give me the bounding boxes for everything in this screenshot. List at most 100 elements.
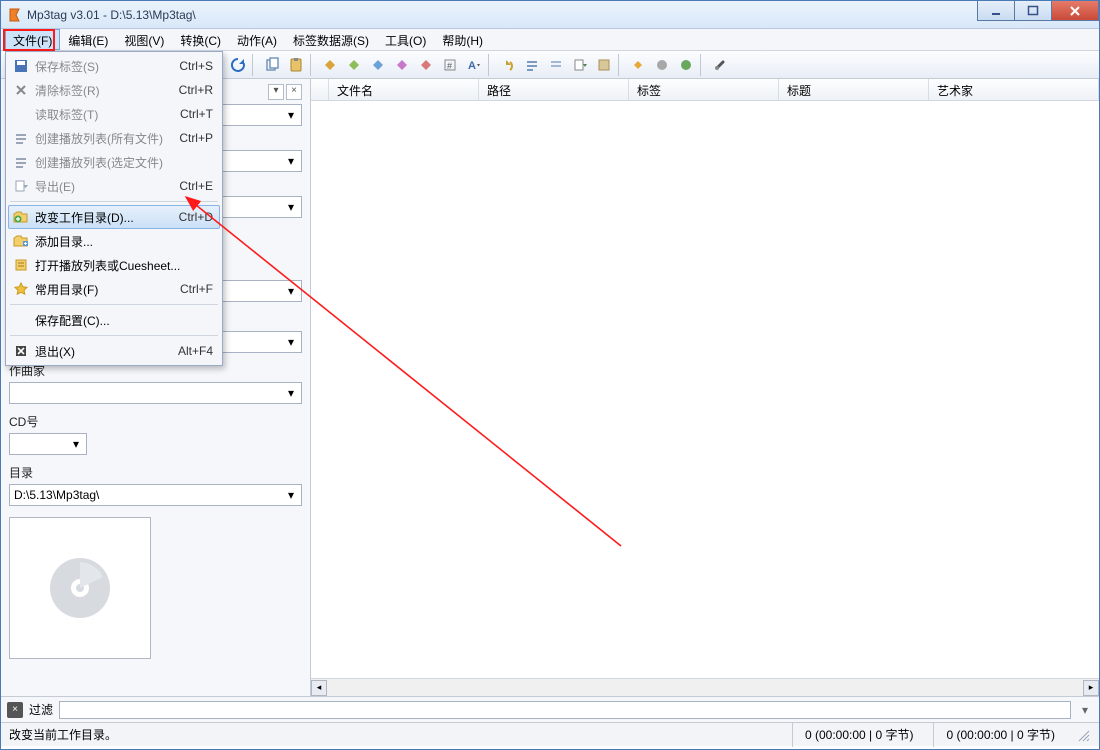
playlist2-icon[interactable] [544, 53, 568, 77]
cover-icon[interactable] [592, 53, 616, 77]
paste-icon[interactable] [284, 53, 308, 77]
menu-item-label: 清除标签(R) [35, 82, 179, 99]
col-path[interactable]: 路径 [479, 79, 629, 100]
filename-to-tag-icon[interactable] [342, 53, 366, 77]
menu-item-label: 导出(E) [35, 178, 179, 195]
tag-to-tag-icon[interactable] [366, 53, 390, 77]
menu-help[interactable]: 帮助(H) [434, 29, 491, 50]
export-icon[interactable] [568, 53, 592, 77]
field-composer[interactable]: ▾ [9, 382, 302, 404]
actions-dropdown-icon[interactable]: A [462, 53, 486, 77]
menu-item-shortcut: Ctrl+R [179, 83, 213, 97]
chevron-down-icon: ▾ [283, 385, 299, 401]
file-menu-item[interactable]: 改变工作目录(D)...Ctrl+D [8, 205, 220, 229]
chevron-down-icon: ▾ [283, 153, 299, 169]
tag-to-filename-icon[interactable] [318, 53, 342, 77]
menu-bar: 文件(F) 编辑(E) 视图(V) 转换(C) 动作(A) 标签数据源(S) 工… [1, 29, 1099, 51]
chevron-down-icon: ▾ [283, 107, 299, 123]
list-area[interactable] [311, 101, 1099, 678]
close-button[interactable] [1051, 1, 1099, 21]
refresh-icon[interactable] [226, 53, 250, 77]
label-cdno: CD号 [9, 413, 302, 430]
star-icon [11, 279, 31, 299]
folder-swap-icon [11, 207, 31, 227]
websource-icon[interactable] [650, 53, 674, 77]
filter-close-icon[interactable]: × [7, 702, 23, 718]
file-menu-item: 清除标签(R)Ctrl+R [8, 78, 220, 102]
panel-close-icon[interactable]: × [286, 84, 302, 100]
menu-file[interactable]: 文件(F) [5, 29, 60, 50]
maximize-button[interactable] [1014, 1, 1052, 21]
file-menu-item[interactable]: 添加目录... [8, 229, 220, 253]
cover-art-box[interactable] [9, 517, 151, 659]
text-file-icon[interactable] [414, 53, 438, 77]
chevron-down-icon: ▾ [283, 199, 299, 215]
file-menu-item[interactable]: 保存配置(C)... [8, 308, 220, 332]
menu-convert[interactable]: 转换(C) [172, 29, 229, 50]
col-artist[interactable]: 艺术家 [929, 79, 1099, 100]
file-list: 文件名 路径 标签 标题 艺术家 ◂ ▸ [311, 79, 1099, 696]
copy-icon[interactable] [260, 53, 284, 77]
status-count-total: 0 (00:00:00 | 0 字节) [933, 723, 1067, 747]
menu-item-shortcut: Ctrl+F [180, 282, 213, 296]
file-menu-item: 读取标签(T)Ctrl+T [8, 102, 220, 126]
directory-value: D:\5.13\Mp3tag\ [14, 488, 99, 502]
blank-icon [11, 310, 31, 330]
file-menu-dropdown: 保存标签(S)Ctrl+S清除标签(R)Ctrl+R读取标签(T)Ctrl+T创… [5, 51, 223, 366]
list-icon [11, 152, 31, 172]
file-menu-item[interactable]: 打开播放列表或Cuesheet... [8, 253, 220, 277]
menu-item-label: 创建播放列表(选定文件) [35, 154, 213, 171]
undo-icon[interactable] [496, 53, 520, 77]
resize-grip-icon[interactable] [1075, 727, 1091, 743]
menu-tools[interactable]: 工具(O) [377, 29, 434, 50]
status-bar: 改变当前工作目录。 0 (00:00:00 | 0 字节) 0 (00:00:0… [1, 722, 1099, 746]
file-menu-item[interactable]: 常用目录(F)Ctrl+F [8, 277, 220, 301]
scroll-left-icon[interactable]: ◂ [311, 680, 327, 696]
col-filename[interactable]: 文件名 [329, 79, 479, 100]
menu-item-label: 常用目录(F) [35, 281, 180, 298]
menu-edit[interactable]: 编辑(E) [60, 29, 116, 50]
menu-item-shortcut: Ctrl+P [179, 131, 213, 145]
svg-text:#: # [447, 61, 452, 71]
tagsource-icon[interactable] [626, 53, 650, 77]
save-icon [11, 56, 31, 76]
status-message: 改变当前工作目录。 [9, 726, 117, 743]
field-directory[interactable]: D:\5.13\Mp3tag\▾ [9, 484, 302, 506]
file-menu-item[interactable]: 退出(X)Alt+F4 [8, 339, 220, 363]
menu-item-shortcut: Ctrl+T [180, 107, 213, 121]
filter-dropdown-icon[interactable]: ▾ [1077, 703, 1093, 717]
rename-icon[interactable] [390, 53, 414, 77]
filter-label: 过滤 [29, 701, 53, 718]
menu-tagsources[interactable]: 标签数据源(S) [285, 29, 377, 50]
chevron-down-icon: ▾ [283, 334, 299, 350]
menu-item-label: 添加目录... [35, 233, 213, 250]
menu-item-shortcut: Ctrl+S [179, 59, 213, 73]
menu-view[interactable]: 视图(V) [116, 29, 172, 50]
playlist-icon [11, 255, 31, 275]
websource2-icon[interactable] [674, 53, 698, 77]
window-title: Mp3tag v3.01 - D:\5.13\Mp3tag\ [27, 8, 196, 22]
x-icon [11, 80, 31, 100]
field-cdno[interactable]: ▾ [9, 433, 87, 455]
playlist-icon[interactable] [520, 53, 544, 77]
col-tag[interactable]: 标签 [629, 79, 779, 100]
settings-icon[interactable] [708, 53, 732, 77]
menu-item-shortcut: Ctrl+D [179, 210, 213, 224]
column-headers: 文件名 路径 标签 标题 艺术家 [311, 79, 1099, 101]
export-icon [11, 176, 31, 196]
horizontal-scrollbar[interactable]: ◂ ▸ [311, 678, 1099, 696]
col-title[interactable]: 标题 [779, 79, 929, 100]
menu-item-label: 保存配置(C)... [35, 312, 213, 329]
panel-dropdown-icon[interactable]: ▾ [268, 84, 284, 100]
title-bar: Mp3tag v3.01 - D:\5.13\Mp3tag\ [1, 1, 1099, 29]
menu-actions[interactable]: 动作(A) [229, 29, 285, 50]
app-window: Mp3tag v3.01 - D:\5.13\Mp3tag\ 文件(F) 编辑(… [0, 0, 1100, 750]
menu-item-label: 读取标签(T) [35, 106, 180, 123]
autonumber-icon[interactable]: # [438, 53, 462, 77]
filter-input[interactable] [59, 701, 1071, 719]
scroll-right-icon[interactable]: ▸ [1083, 680, 1099, 696]
menu-item-shortcut: Ctrl+E [179, 179, 213, 193]
menu-separator [10, 304, 218, 305]
file-menu-item: 创建播放列表(选定文件) [8, 150, 220, 174]
minimize-button[interactable] [977, 1, 1015, 21]
